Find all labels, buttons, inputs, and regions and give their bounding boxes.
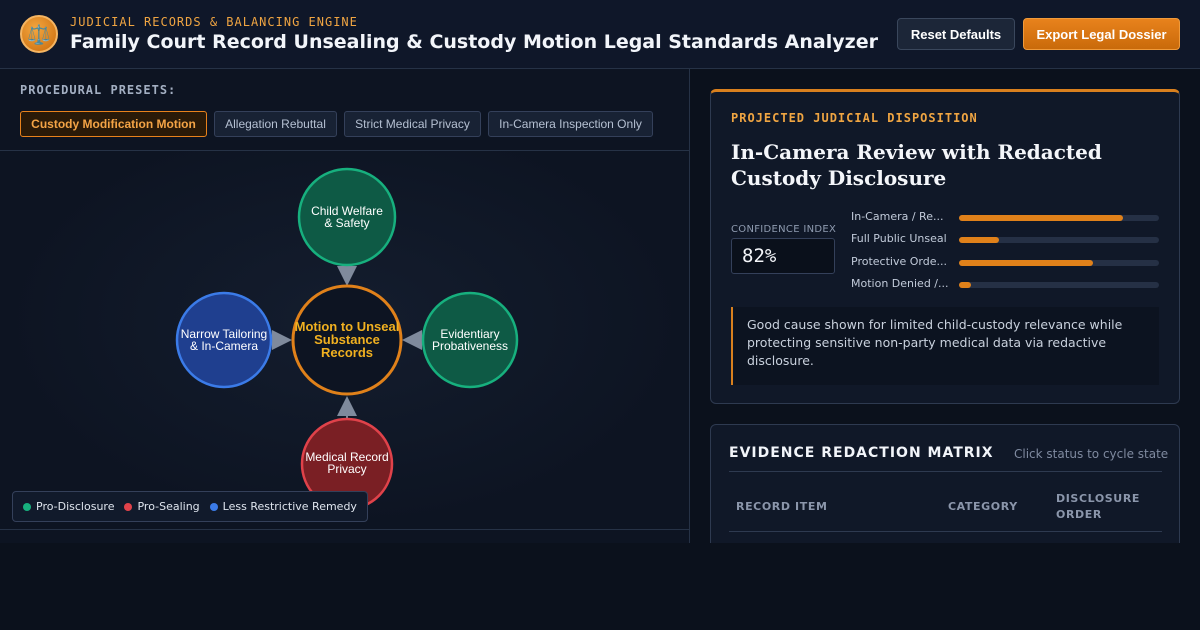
column-header-category[interactable]: CATEGORY (948, 499, 1018, 515)
node-evidentiary[interactable]: Evidentiary Probativeness (421, 291, 519, 389)
legend-label: Less Restrictive Remedy (222, 500, 357, 513)
reset-defaults-button[interactable]: Reset Defaults (897, 18, 1015, 50)
column-header-disclosure-order[interactable]: DISCLOSURE ORDER (1056, 491, 1156, 523)
outcome-track (959, 260, 1159, 266)
node-child-welfare-line2: & Safety (324, 216, 369, 230)
confidence-label: CONFIDENCE INDEX (731, 224, 837, 235)
outcome-track (959, 237, 1159, 243)
outcome-label: Full Public Unseal (851, 232, 947, 245)
legend-dot-icon (209, 502, 218, 511)
balancing-graph: Child Welfare & Safety Narrow Tailoring … (0, 150, 689, 530)
center-node-line3: Records (321, 345, 373, 360)
outcome-row: Protective Orde... (851, 255, 1161, 271)
outcome-row: Full Public Unseal (851, 232, 1161, 248)
outcome-label: Motion Denied /... (851, 277, 949, 290)
matrix-hint: Click status to cycle state (1014, 447, 1169, 461)
left-panel: PROCEDURAL PRESETS: Custody Modification… (0, 69, 690, 543)
app-header: ⚖️ JUDICIAL RECORDS & BALANCING ENGINE F… (0, 0, 1200, 69)
node-medical-privacy-line2: Privacy (327, 462, 366, 476)
preset-custody-modification[interactable]: Custody Modification Motion (20, 111, 207, 137)
legend-label: Pro-Sealing (137, 500, 200, 513)
preset-allegation-rebuttal[interactable]: Allegation Rebuttal (214, 111, 337, 137)
page-footer-space (0, 543, 1200, 630)
page-title: Family Court Record Unsealing & Custody … (70, 31, 878, 53)
balancing-graph-svg: Child Welfare & Safety Narrow Tailoring … (175, 167, 519, 511)
disposition-card: PROJECTED JUDICIAL DISPOSITION In-Camera… (710, 89, 1180, 404)
preset-strict-medical-privacy[interactable]: Strict Medical Privacy (344, 111, 481, 137)
outcome-fill (959, 237, 999, 243)
scales-of-justice-icon: ⚖️ (20, 15, 58, 53)
legend-label: Pro-Disclosure (36, 500, 115, 513)
outcome-label: In-Camera / Re... (851, 210, 944, 223)
legend-dot-icon (124, 502, 133, 511)
legend-pro-disclosure: Pro-Disclosure (23, 500, 114, 513)
outcome-track (959, 282, 1159, 288)
legend-dot-icon (23, 502, 31, 511)
redaction-matrix-card: EVIDENCE REDACTION MATRIX Click status t… (710, 424, 1180, 554)
legend-less-restrictive: Less Restrictive Remedy (209, 500, 357, 513)
matrix-title: EVIDENCE REDACTION MATRIX (729, 445, 994, 461)
node-evidentiary-line2: Probativeness (432, 339, 508, 353)
outcome-label: Protective Orde... (851, 255, 947, 268)
outcome-fill (959, 260, 1093, 266)
column-header-record-item[interactable]: RECORD ITEM (736, 499, 828, 515)
outcome-track (959, 215, 1159, 221)
graph-legend: Pro-Disclosure Pro-Sealing Less Restrict… (12, 491, 368, 522)
node-narrow-tailoring-line2: & In-Camera (190, 339, 258, 353)
disposition-heading: PROJECTED JUDICIAL DISPOSITION (731, 111, 978, 125)
export-legal-dossier-button[interactable]: Export Legal Dossier (1023, 18, 1180, 50)
presets-heading: PROCEDURAL PRESETS: (20, 83, 177, 97)
disposition-title: In-Camera Review with Redacted Custody D… (731, 140, 1102, 190)
node-center-motion[interactable]: Motion to Unseal Substance Records (291, 284, 403, 396)
outcome-fill (959, 282, 971, 288)
app-eyebrow: JUDICIAL RECORDS & BALANCING ENGINE (70, 15, 358, 29)
disposition-rationale: Good cause shown for limited child-custo… (731, 307, 1159, 385)
preset-in-camera-inspection[interactable]: In-Camera Inspection Only (488, 111, 653, 137)
outcome-row: Motion Denied /... (851, 277, 1161, 293)
confidence-value: 82% (731, 238, 835, 274)
outcome-row: In-Camera / Re... (851, 210, 1161, 226)
divider (729, 531, 1162, 532)
outcome-fill (959, 215, 1123, 221)
legend-pro-sealing: Pro-Sealing (124, 500, 200, 513)
divider (729, 471, 1162, 472)
node-child-welfare[interactable]: Child Welfare & Safety (297, 167, 397, 267)
node-narrow-tailoring[interactable]: Narrow Tailoring & In-Camera (175, 291, 273, 389)
